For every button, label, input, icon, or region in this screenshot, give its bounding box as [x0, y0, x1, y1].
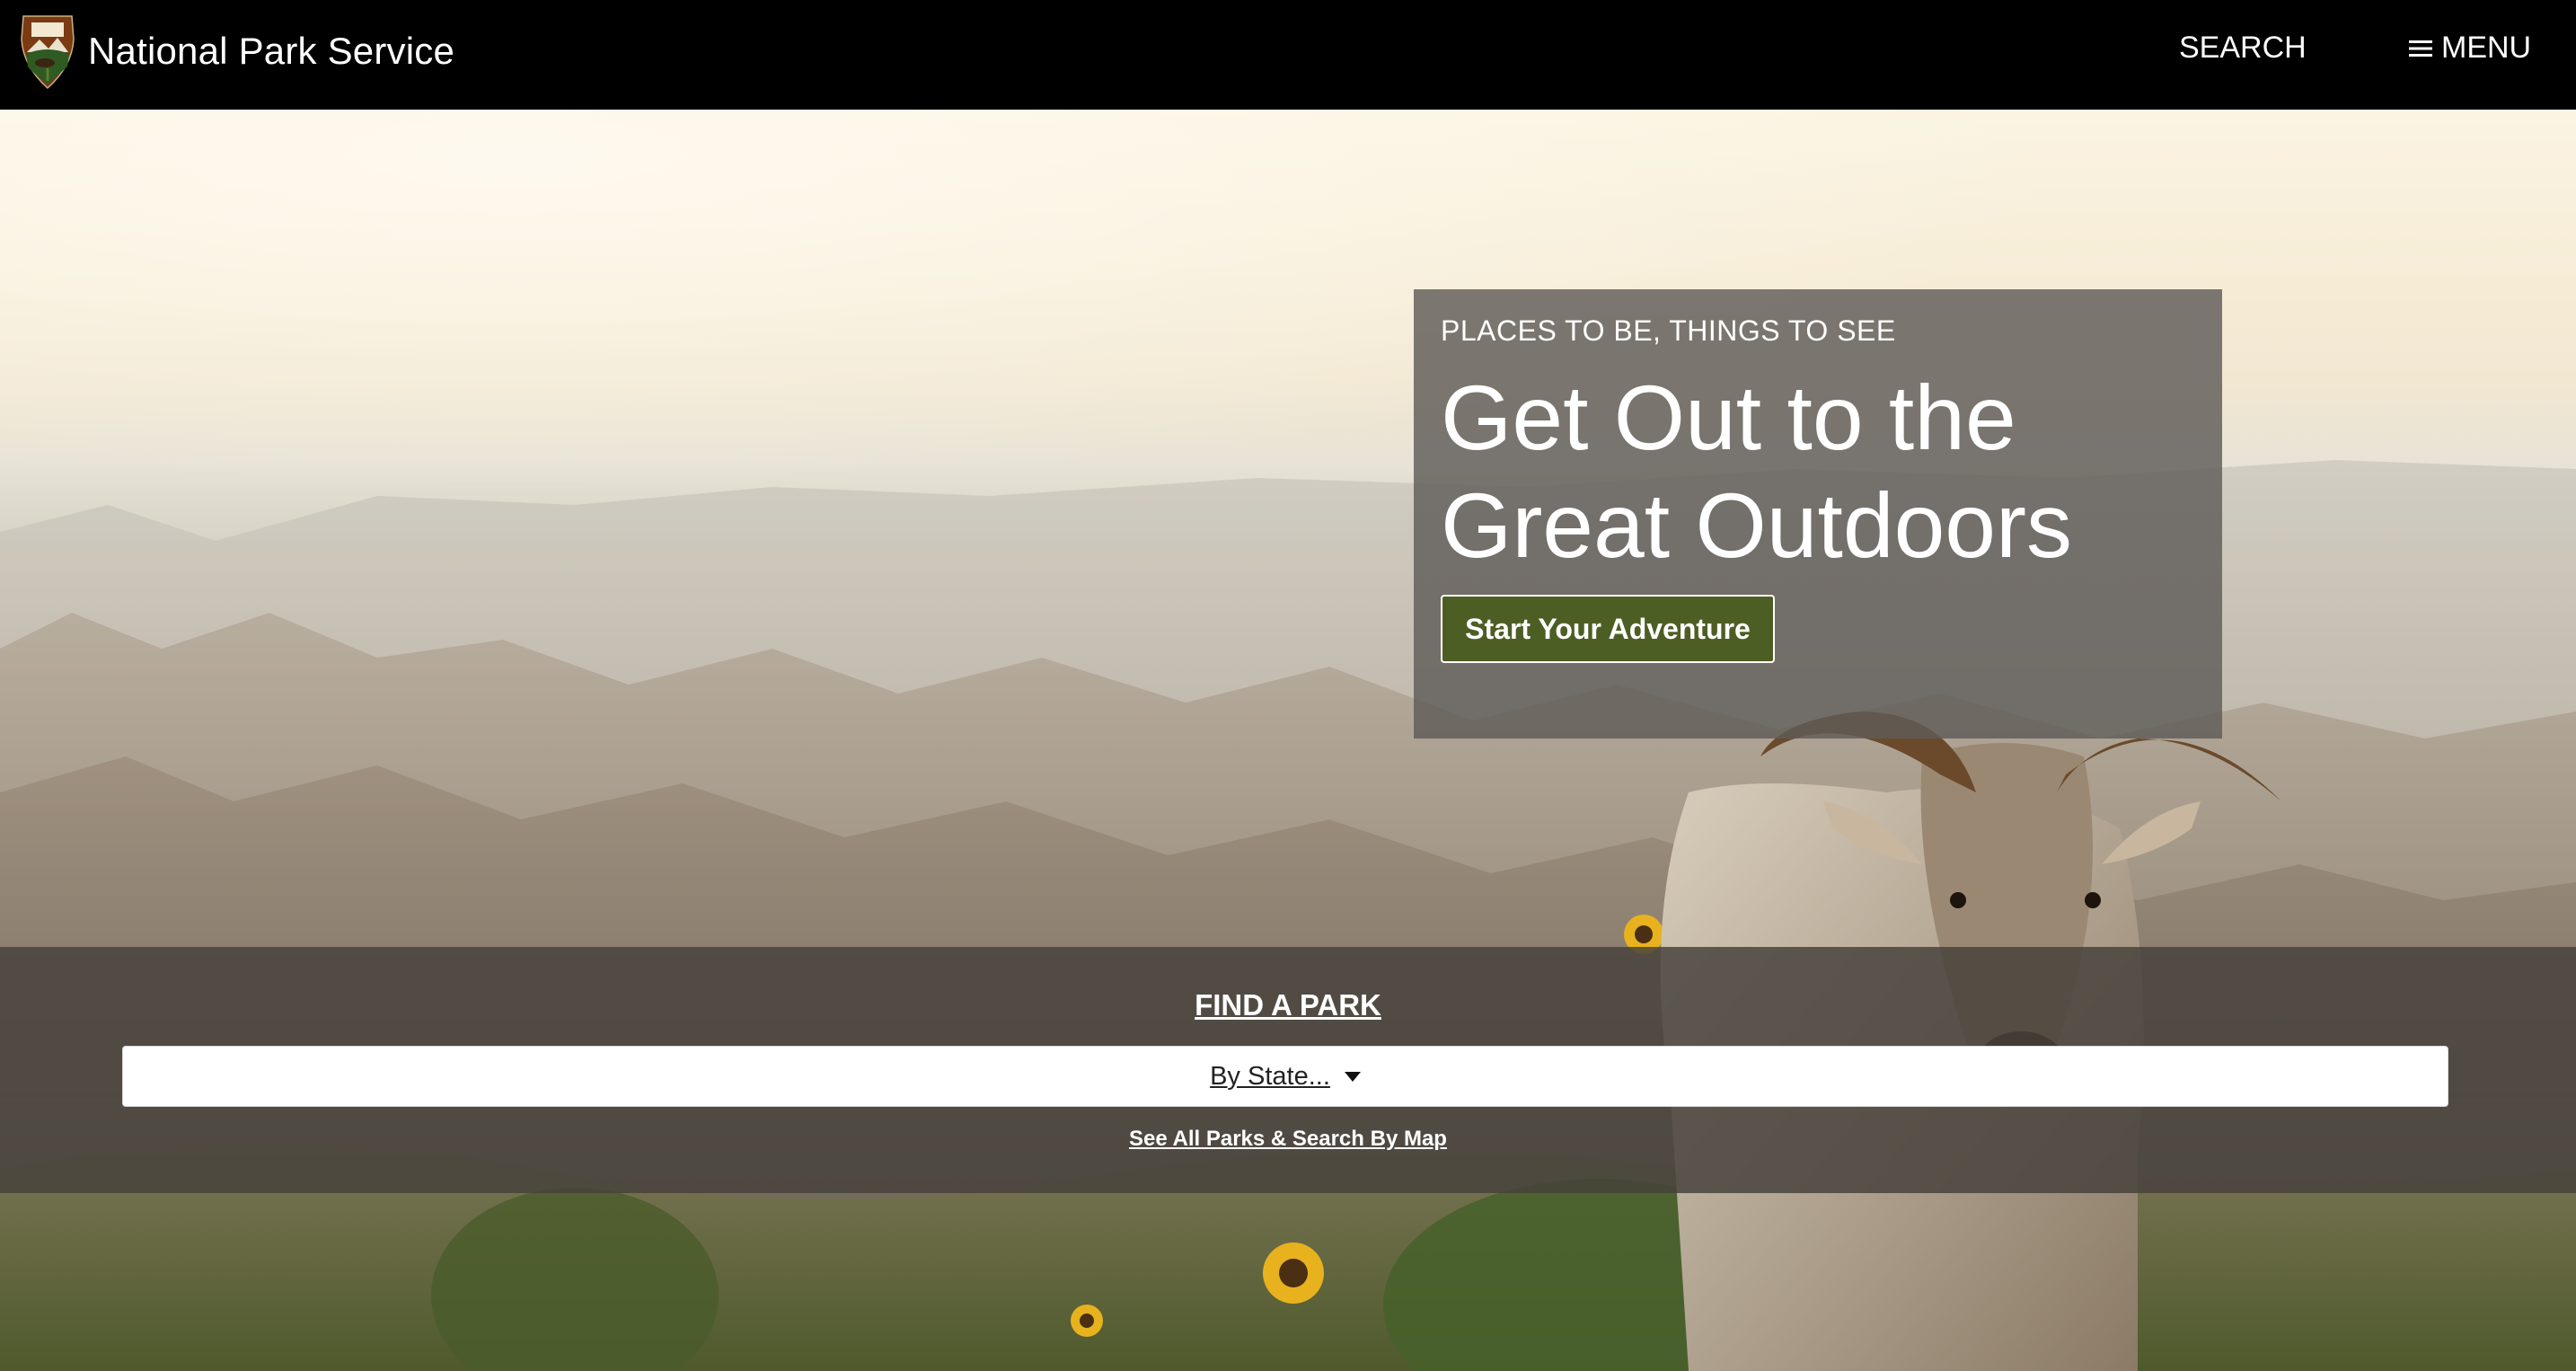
nps-arrowhead-icon	[21, 15, 75, 90]
hamburger-icon	[2409, 40, 2432, 57]
site-header: National Park Service SEARCH MENU	[0, 0, 2576, 110]
menu-button[interactable]: MENU	[2409, 31, 2531, 66]
feature-eyebrow: PLACES TO BE, THINGS TO SEE	[1441, 314, 1896, 347]
sunflower	[1071, 1305, 1103, 1337]
see-all-parks-link[interactable]: See All Parks & Search By Map	[0, 1127, 2576, 1152]
feature-headline: Get Out to the Great Outdoors	[1441, 367, 2072, 577]
state-dropdown[interactable]: By State...	[122, 1046, 2448, 1107]
menu-label: MENU	[2441, 31, 2532, 65]
search-button[interactable]: SEARCH	[2179, 31, 2307, 66]
search-label: SEARCH	[2179, 31, 2307, 65]
start-adventure-button[interactable]: Start Your Adventure	[1441, 595, 1775, 663]
find-a-park-panel: FIND A PARK By State... See All Parks & …	[0, 947, 2576, 1193]
hero-banner: PLACES TO BE, THINGS TO SEE Get Out to t…	[0, 110, 2576, 1371]
find-a-park-link[interactable]: FIND A PARK	[0, 988, 2576, 1022]
site-name: National Park Service	[88, 30, 455, 72]
caret-down-icon	[1344, 1071, 1361, 1082]
feature-card: PLACES TO BE, THINGS TO SEE Get Out to t…	[1414, 289, 2222, 739]
state-dropdown-label: By State...	[1210, 1061, 1330, 1091]
sunflower	[1263, 1243, 1324, 1304]
home-link[interactable]: National Park Service	[18, 13, 454, 90]
